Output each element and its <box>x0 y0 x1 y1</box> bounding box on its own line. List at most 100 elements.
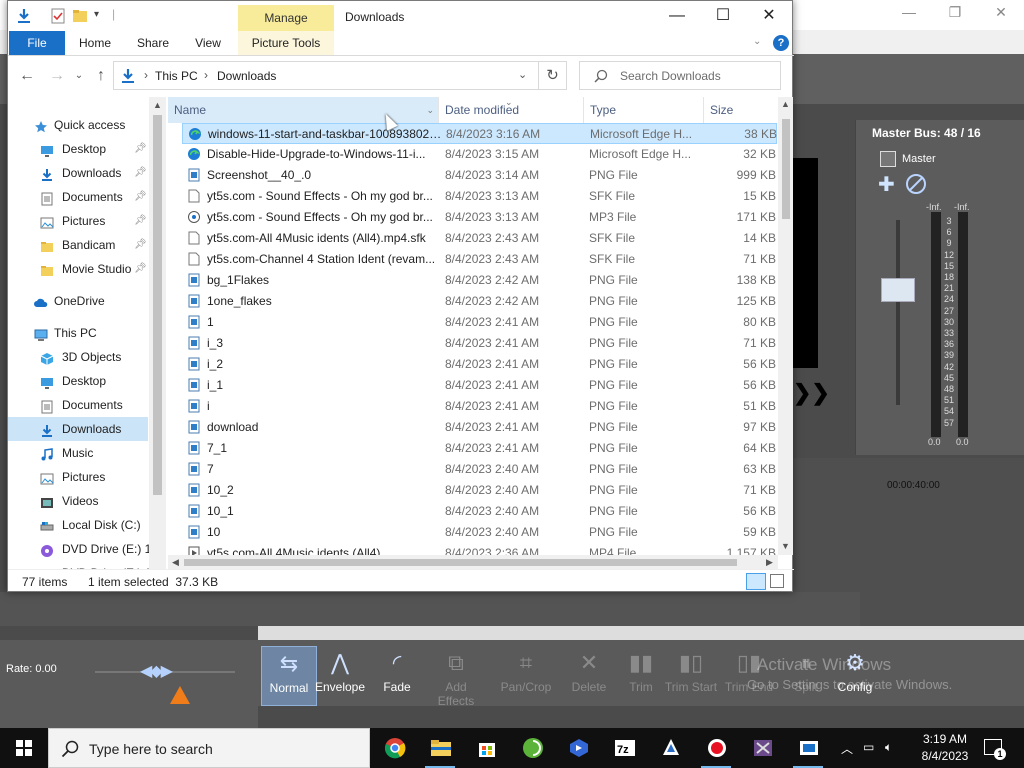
scroll-left-icon[interactable]: ◀ <box>172 557 179 568</box>
tool-envelope[interactable]: ⋀ Envelope <box>312 646 368 706</box>
timeline-scrollbar[interactable] <box>258 626 1024 640</box>
tool-fade[interactable]: ◜ Fade <box>369 646 425 706</box>
maximize-button[interactable]: ☐ <box>700 1 746 31</box>
taskbar-app-record[interactable] <box>693 728 739 768</box>
breadcrumb-chevron-icon[interactable]: › <box>204 68 208 82</box>
nav-item-desktop[interactable]: Desktop <box>8 369 148 393</box>
taskbar-search-box[interactable]: Type here to search <box>48 728 370 768</box>
breadcrumb-downloads[interactable]: Downloads <box>217 69 276 83</box>
scroll-up-icon[interactable]: ▲ <box>153 100 162 110</box>
details-view-button[interactable] <box>746 573 766 590</box>
vertical-scrollbar[interactable]: ▲ ▼ <box>778 97 793 555</box>
tab-view[interactable]: View <box>184 31 232 55</box>
rate-marker-icon[interactable] <box>170 686 190 704</box>
manage-contextual-tab[interactable]: Manage <box>238 5 334 31</box>
column-header-size[interactable]: Size <box>704 97 778 123</box>
nav-item-music[interactable]: Music <box>8 441 148 465</box>
back-button[interactable]: ← <box>16 65 38 87</box>
nav-item-movie-studio[interactable]: Movie Studio 📌︎ <box>8 257 148 281</box>
address-bar[interactable]: › This PC › Downloads ⌄ <box>113 61 539 90</box>
nav-item-bandicam[interactable]: Bandicam 📌︎ <box>8 233 148 257</box>
taskbar-app-maps[interactable] <box>509 728 555 768</box>
horizontal-scrollbar[interactable]: ◀ ▶ <box>168 555 778 569</box>
file-row[interactable]: download 8/4/2023 2:41 AM PNG File 97 KB <box>182 417 777 438</box>
taskbar-app-inkscape[interactable] <box>647 728 693 768</box>
taskbar-app-file-explorer[interactable] <box>417 728 463 768</box>
network-icon[interactable]: ▭ <box>863 740 874 754</box>
file-row[interactable]: i 8/4/2023 2:41 AM PNG File 51 KB <box>182 396 777 417</box>
next-frame-icon[interactable]: ❯❯ <box>793 380 830 406</box>
breadcrumb-this-pc[interactable]: This PC <box>155 69 198 83</box>
up-button[interactable]: ↑ <box>90 65 112 87</box>
tool-trim[interactable]: ▮▮ Trim <box>613 646 669 706</box>
taskbar-app-chrome[interactable] <box>371 728 417 768</box>
qat-customize-icon[interactable]: ▾ <box>94 9 110 25</box>
file-row[interactable]: 7_1 8/4/2023 2:41 AM PNG File 64 KB <box>182 438 777 459</box>
tool-pan-crop[interactable]: ⌗ Pan/Crop <box>498 646 554 706</box>
tool-normal[interactable]: ⇆ Normal <box>261 646 317 706</box>
breadcrumb-chevron-icon[interactable]: › <box>144 68 148 82</box>
column-header-type[interactable]: Type <box>584 97 704 123</box>
help-icon[interactable]: ? <box>773 35 789 51</box>
horizontal-scroll-thumb[interactable] <box>184 559 737 566</box>
file-row[interactable]: 1one_flakes 8/4/2023 2:42 AM PNG File 125 K… <box>182 291 777 312</box>
file-row[interactable]: yt5s.com-All 4Music idents (All4).mp4.sf… <box>182 228 777 249</box>
bg-restore-button[interactable]: ❐ <box>932 0 978 28</box>
nav-item-dvd-drive-e-16[interactable]: DVD Drive (E:) 16 <box>8 537 158 561</box>
clock-time[interactable]: 3:19 AM <box>915 732 975 746</box>
file-row[interactable]: bg_1Flakes 8/4/2023 2:42 AM PNG File 138 KB <box>182 270 777 291</box>
nav-item-downloads[interactable]: Downloads <box>8 417 148 441</box>
timeline-track-area[interactable] <box>0 592 860 626</box>
scroll-up-icon[interactable]: ▲ <box>781 99 790 109</box>
show-hidden-icons-icon[interactable]: ︿ <box>841 740 853 757</box>
nav-item-quick-access[interactable]: Quick access <box>8 113 148 137</box>
file-row[interactable]: i_3 8/4/2023 2:41 AM PNG File 71 KB <box>182 333 777 354</box>
address-dropdown-icon[interactable]: ⌄ <box>518 68 527 81</box>
tab-file[interactable]: File <box>9 31 65 55</box>
column-header-name[interactable]: Name ⌄ <box>168 97 439 123</box>
file-row[interactable]: 1 8/4/2023 2:41 AM PNG File 80 KB <box>182 312 777 333</box>
file-row[interactable]: yt5s.com - Sound Effects - Oh my god br.… <box>182 186 777 207</box>
nav-pane-scrollbar[interactable]: ▲ <box>149 97 166 569</box>
search-input[interactable]: Search Downloads <box>579 61 781 90</box>
taskbar-app-film[interactable] <box>785 728 831 768</box>
nav-item-videos[interactable]: Videos <box>8 489 148 513</box>
vertical-scroll-thumb[interactable] <box>782 119 790 219</box>
nav-item-this-pc[interactable]: This PC <box>8 321 148 345</box>
large-icons-view-button[interactable] <box>770 574 784 588</box>
close-button[interactable]: ✕ <box>746 1 792 31</box>
volume-icon[interactable]: 🔈︎ <box>885 740 892 755</box>
taskbar-app-video-editor[interactable] <box>555 728 601 768</box>
nav-item-downloads[interactable]: Downloads 📌︎ <box>8 161 148 185</box>
properties-icon[interactable] <box>50 8 66 24</box>
move-icon[interactable]: ✚ <box>878 175 900 195</box>
taskbar-app-7zip[interactable]: 7z <box>601 728 647 768</box>
nav-scroll-thumb[interactable] <box>153 115 162 495</box>
file-row[interactable]: i_2 8/4/2023 2:41 AM PNG File 56 KB <box>182 354 777 375</box>
clock-date[interactable]: 8/4/2023 <box>912 749 978 763</box>
file-row[interactable]: 10_1 8/4/2023 2:40 AM PNG File 56 KB <box>182 501 777 522</box>
nav-item-3d-objects[interactable]: 3D Objects <box>8 345 148 369</box>
file-row[interactable]: yt5s.com - Sound Effects - Oh my god br.… <box>182 207 777 228</box>
file-row[interactable]: yt5s.com-Channel 4 Station Ident (revam.… <box>182 249 777 270</box>
new-folder-icon[interactable] <box>72 8 88 24</box>
bg-minimize-button[interactable]: — <box>886 0 932 28</box>
taskbar-app-vegas[interactable] <box>739 728 785 768</box>
tool-add-effects[interactable]: ⧉ Add Effects <box>428 646 484 708</box>
taskbar-app-store[interactable] <box>463 728 509 768</box>
file-row[interactable]: 10 8/4/2023 2:40 AM PNG File 59 KB <box>182 522 777 543</box>
nav-item-documents[interactable]: Documents 📌︎ <box>8 185 148 209</box>
file-row[interactable]: i_1 8/4/2023 2:41 AM PNG File 56 KB <box>182 375 777 396</box>
bg-close-button[interactable]: ✕ <box>978 0 1024 28</box>
file-row[interactable]: Screenshot__40_.0 8/4/2023 3:14 AM PNG Fil… <box>182 165 777 186</box>
tool-trim-start[interactable]: ▮▯ Trim Start <box>663 646 719 706</box>
tool-delete[interactable]: ✕ Delete <box>561 646 617 706</box>
forward-button[interactable]: → <box>46 65 68 87</box>
nav-item-local-disk-c[interactable]: Local Disk (C:) <box>8 513 148 537</box>
chevron-down-icon[interactable]: ⌄ <box>426 97 434 123</box>
nav-item-onedrive[interactable]: OneDrive <box>8 289 148 313</box>
nav-item-desktop[interactable]: Desktop 📌︎ <box>8 137 148 161</box>
mute-icon[interactable] <box>906 174 926 194</box>
master-fx-icon[interactable] <box>880 151 896 167</box>
refresh-button[interactable]: ↻ <box>539 61 567 90</box>
